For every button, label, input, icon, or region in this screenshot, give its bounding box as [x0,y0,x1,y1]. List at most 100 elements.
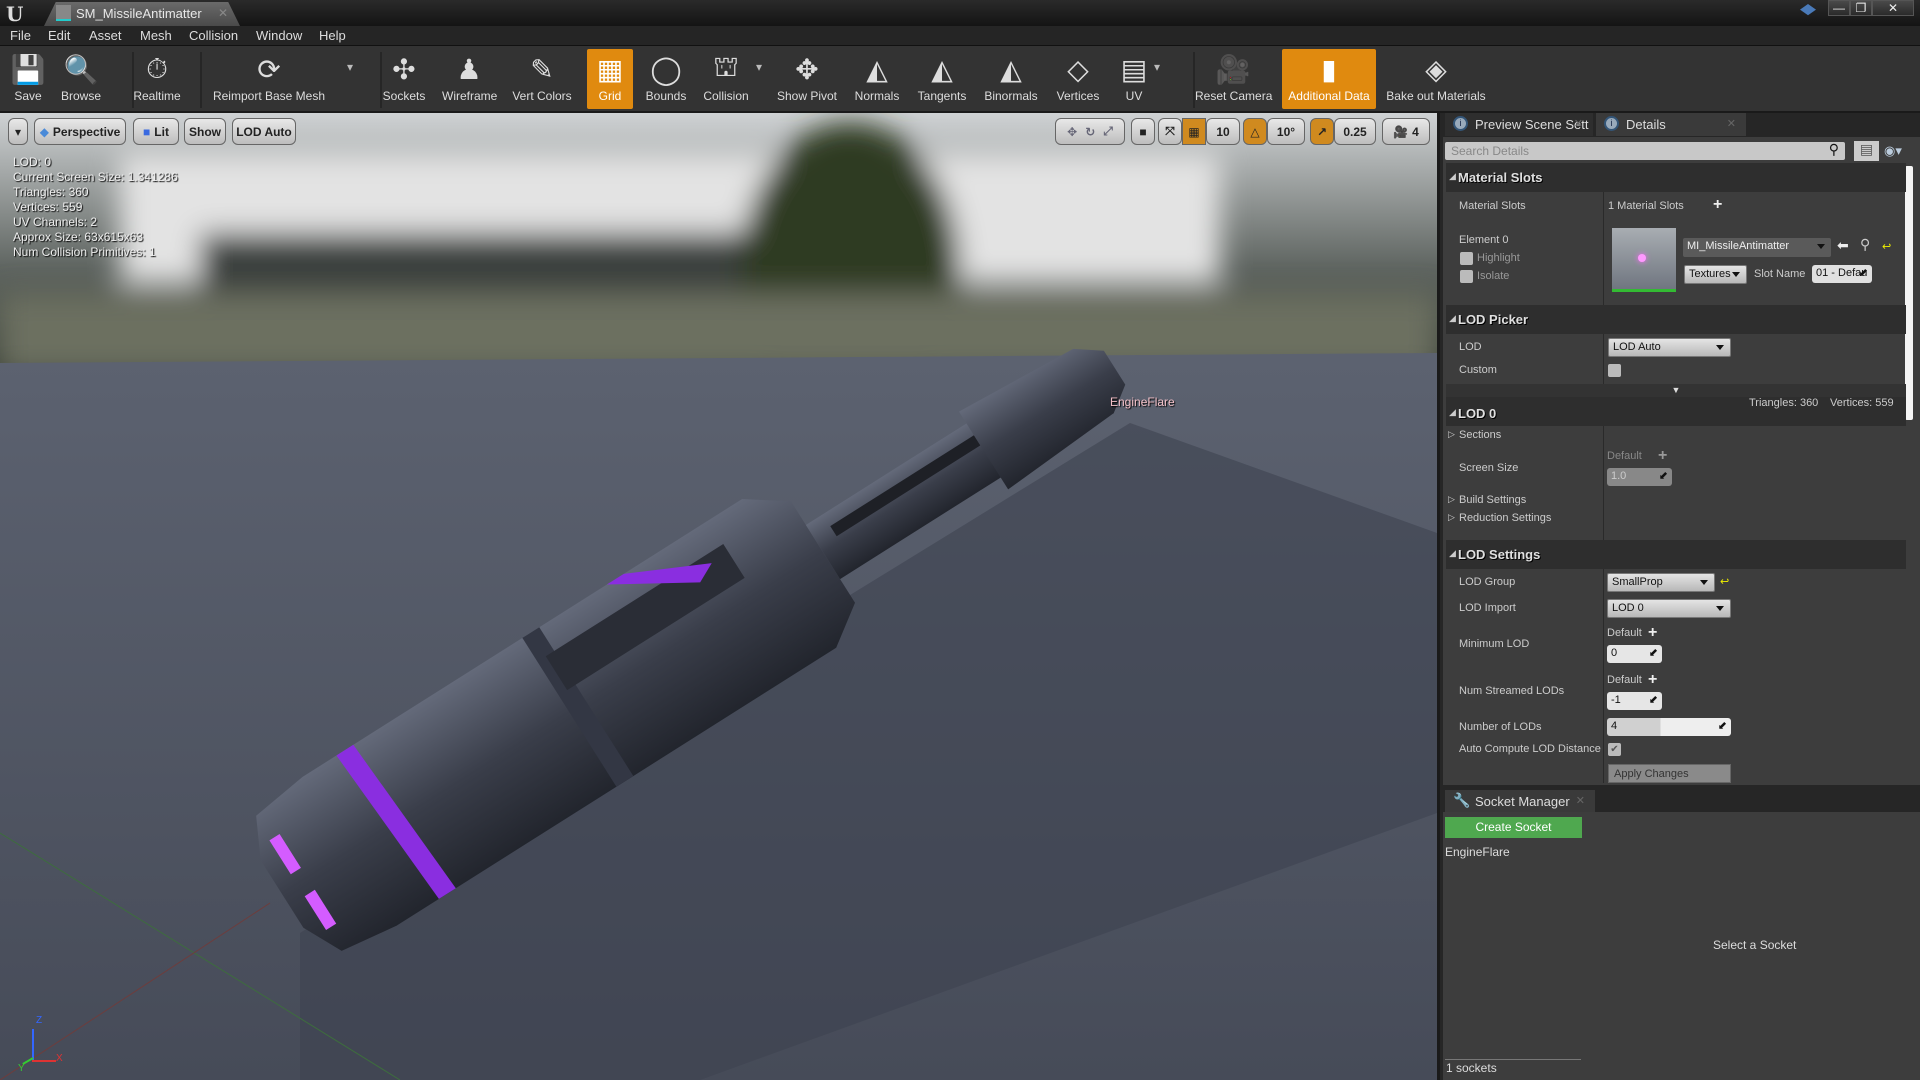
scale-icon[interactable]: ⤢ [1103,124,1113,139]
reduction-settings-label[interactable]: Reduction Settings [1459,512,1551,524]
scale-snap-toggle[interactable]: ↗ [1310,118,1334,145]
auto-compute-lod-checkbox[interactable]: ✔ [1608,743,1621,756]
dropdown-arrow-icon[interactable]: ▾ [756,60,762,74]
vert-colors-button[interactable]: ✎ Vert Colors [505,49,579,109]
tab-socket-manager[interactable]: 🔧 Socket Manager ✕ [1445,790,1595,813]
lod-group-dropdown[interactable]: SmallProp [1607,573,1715,592]
additional-data-button[interactable]: ▮ Additional Data [1282,49,1376,109]
reimport-base-mesh-button[interactable]: ⟳ Reimport Base Mesh [199,49,339,109]
lod-dropdown[interactable]: LOD Auto [1608,338,1731,357]
wireframe-button[interactable]: ♟ Wireframe [438,49,500,109]
expand-icon[interactable]: ▷ [1448,429,1455,440]
viewport-options-button[interactable]: ▾ [8,118,28,145]
close-icon[interactable]: ✕ [1576,794,1585,807]
menu-collision[interactable]: Collision [189,28,238,43]
close-tab-icon[interactable]: ✕ [218,6,228,20]
screen-size-input[interactable]: 1.0 [1607,468,1672,486]
maximize-button[interactable]: ❐ [1850,0,1872,16]
menu-file[interactable]: File [10,28,31,43]
minimize-button[interactable]: — [1828,0,1850,16]
bounds-button[interactable]: ◯ Bounds [638,49,694,109]
tab-details[interactable]: i Details ✕ [1596,113,1746,136]
dropdown-arrow-icon[interactable]: ▾ [347,60,353,74]
menu-edit[interactable]: Edit [48,28,70,43]
add-material-slot-icon[interactable]: + [1713,197,1722,213]
browse-magnifier-icon[interactable]: ⚲ [1860,236,1870,253]
learn-icon[interactable] [1800,4,1816,16]
grid-snap-value[interactable]: 10 [1206,118,1240,145]
custom-checkbox[interactable] [1608,364,1621,377]
menu-window[interactable]: Window [256,28,302,43]
show-button[interactable]: Show [184,118,226,145]
number-of-lods-slider[interactable]: 4 [1607,718,1731,736]
highlight-checkbox[interactable] [1460,252,1473,265]
column-divider[interactable] [1603,163,1604,783]
section-lod-picker[interactable]: LOD Picker ◢ [1446,305,1906,334]
section-lod-settings[interactable]: LOD Settings ◢ [1446,540,1906,569]
build-settings-label[interactable]: Build Settings [1459,494,1526,506]
add-override-icon[interactable]: + [1658,448,1667,464]
reset-camera-button[interactable]: 🎥 Reset Camera [1191,49,1275,109]
create-socket-button[interactable]: Create Socket [1445,817,1582,838]
isolate-checkbox[interactable] [1460,270,1473,283]
view-options-button[interactable]: ◉▾ [1884,143,1902,159]
use-selected-arrow-icon[interactable]: ⬅ [1837,237,1849,254]
browse-button[interactable]: 🔍 Browse [53,49,109,109]
socket-list-item[interactable]: EngineFlare [1445,845,1510,859]
advanced-expander[interactable]: ▼ [1446,384,1906,397]
close-icon[interactable]: ✕ [1574,117,1583,130]
collision-button[interactable]: ⛫ Collision [696,49,756,109]
num-streamed-lods-input[interactable]: -1 [1607,692,1662,710]
socket-label-engineflare[interactable]: EngineFlare [1110,395,1175,409]
material-dropdown[interactable]: MI_MissileAntimatter [1683,238,1831,257]
viewport[interactable]: ▾ ◆ Perspective ■ Lit Show LOD Auto ✥ ↻ ⤢ ■ … [0,113,1437,1080]
reset-to-default-icon[interactable]: ↩ [1882,240,1891,253]
camera-speed-button[interactable]: 🎥 4 [1382,118,1430,145]
rotation-snap-toggle[interactable]: △ [1243,118,1267,145]
material-thumbnail[interactable] [1612,228,1676,292]
expand-icon[interactable]: ▷ [1448,512,1455,523]
menu-asset[interactable]: Asset [89,28,122,43]
rotate-icon[interactable]: ↻ [1085,125,1095,139]
document-tab[interactable]: SM_MissileAntimatter ✕ [44,2,240,26]
sockets-button[interactable]: ✣ Sockets [376,49,432,109]
section-material-slots[interactable]: Material Slots ◢ [1446,163,1906,192]
details-scrollbar[interactable] [1905,166,1913,420]
add-override-icon[interactable]: + [1648,625,1657,641]
realtime-button[interactable]: ⏱ Realtime [125,49,189,109]
world-local-toggle[interactable]: ■ [1131,118,1155,145]
scale-snap-value[interactable]: 0.25 [1334,118,1376,145]
search-details-input[interactable]: Search Details ⚲ [1445,141,1845,160]
rotation-snap-value[interactable]: 10° [1267,118,1305,145]
perspective-button[interactable]: ◆ Perspective [34,118,126,145]
slot-name-input[interactable]: 01 - Defau [1812,265,1872,283]
bake-out-materials-button[interactable]: ◈ Bake out Materials [1378,49,1494,109]
translate-icon[interactable]: ✥ [1067,125,1077,139]
binormals-button[interactable]: ◭ Binormals [974,49,1048,109]
uv-button[interactable]: ▤ UV [1114,49,1154,109]
save-button[interactable]: 💾 Save [3,49,53,109]
reset-to-default-icon[interactable]: ↩ [1720,575,1729,588]
lod-auto-button[interactable]: LOD Auto [232,118,296,145]
grid-snap-toggle[interactable]: ▦ [1182,118,1206,145]
menu-help[interactable]: Help [319,28,346,43]
menu-mesh[interactable]: Mesh [140,28,172,43]
property-matrix-button[interactable]: ▤ [1854,141,1879,161]
close-window-button[interactable]: ✕ [1872,0,1914,16]
expand-icon[interactable]: ▷ [1448,494,1455,505]
apply-changes-button[interactable]: Apply Changes [1608,764,1731,783]
dropdown-arrow-icon[interactable]: ▾ [1154,60,1160,74]
add-override-icon[interactable]: + [1648,672,1657,688]
grid-button[interactable]: ▦ Grid [587,49,633,109]
sections-label[interactable]: Sections [1459,429,1501,441]
normals-button[interactable]: ◭ Normals [846,49,908,109]
minimum-lod-input[interactable]: 0 [1607,645,1662,663]
textures-dropdown[interactable]: Textures [1684,265,1747,284]
tab-preview-scene-settings[interactable]: i Preview Scene Sett ✕ [1445,113,1593,136]
close-icon[interactable]: ✕ [1727,117,1736,130]
lod-import-dropdown[interactable]: LOD 0 [1607,599,1731,618]
vertices-button[interactable]: ◇ Vertices [1047,49,1109,109]
surface-snap-button[interactable]: ⤧ [1158,118,1182,145]
tangents-button[interactable]: ◭ Tangents [908,49,976,109]
show-pivot-button[interactable]: ✥ Show Pivot [766,49,848,109]
